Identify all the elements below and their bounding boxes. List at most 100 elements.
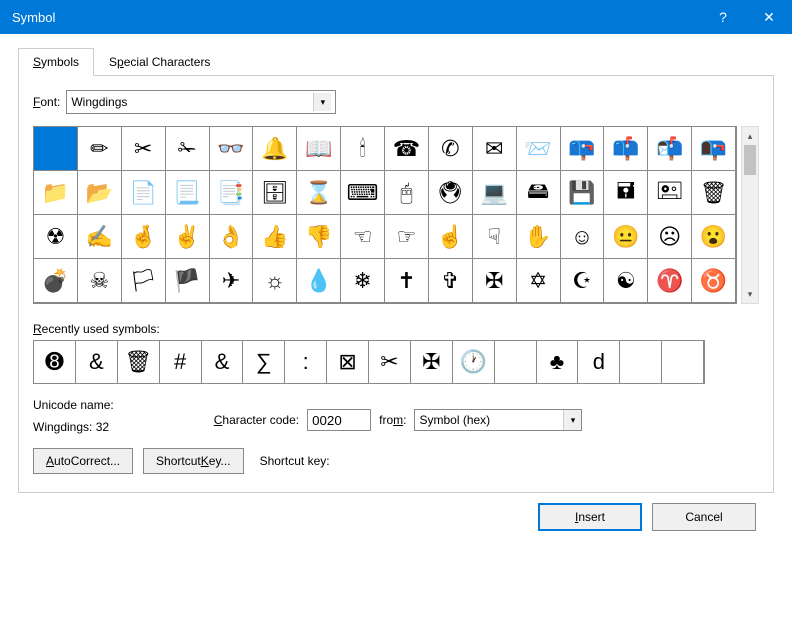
symbol-cell[interactable]: 📃: [166, 171, 210, 215]
symbol-cell[interactable]: 📂: [78, 171, 122, 215]
scrollbar[interactable]: ▴ ▾: [741, 126, 759, 304]
recent-symbol-cell[interactable]: [495, 341, 537, 383]
symbol-cell[interactable]: 📑: [210, 171, 254, 215]
recent-symbol-cell[interactable]: :: [285, 341, 327, 383]
shortcut-key-button[interactable]: Shortcut Key...: [143, 448, 244, 474]
symbol-cell[interactable]: 🏴: [166, 259, 210, 303]
scroll-down-icon[interactable]: ▾: [742, 285, 758, 303]
symbol-cell[interactable]: 😮: [692, 215, 736, 259]
symbol-cell[interactable]: ✠: [473, 259, 517, 303]
symbol-cell[interactable]: ✝: [385, 259, 429, 303]
recent-symbol-cell[interactable]: ➑: [34, 341, 76, 383]
recent-symbol-cell[interactable]: ✂: [369, 341, 411, 383]
shortcut-key-label: Shortcut key:: [260, 454, 330, 468]
symbol-cell[interactable]: ✂: [122, 127, 166, 171]
symbol-cell[interactable]: 📨: [517, 127, 561, 171]
recent-symbol-cell[interactable]: d: [578, 341, 620, 383]
font-select[interactable]: Wingdings ▾: [66, 90, 336, 114]
symbol-cell[interactable]: ✌: [166, 215, 210, 259]
symbol-cell[interactable]: 📁: [34, 171, 78, 215]
recent-symbol-cell[interactable]: &: [202, 341, 244, 383]
symbol-cell[interactable]: 👎: [297, 215, 341, 259]
symbol-cell[interactable]: 👓: [210, 127, 254, 171]
symbol-cell[interactable]: 🖬: [604, 171, 648, 215]
symbol-cell[interactable]: ❄: [341, 259, 385, 303]
symbol-cell[interactable]: 🖰: [385, 171, 429, 215]
symbol-cell[interactable]: ☼: [253, 259, 297, 303]
symbol-cell[interactable]: ✋: [517, 215, 561, 259]
symbol-cell[interactable]: 🕯: [341, 127, 385, 171]
insert-button[interactable]: Insert: [538, 503, 642, 531]
symbol-cell[interactable]: ✞: [429, 259, 473, 303]
recent-symbol-cell[interactable]: [662, 341, 704, 383]
symbol-cell[interactable]: ✍: [78, 215, 122, 259]
recent-symbol-cell[interactable]: &: [76, 341, 118, 383]
symbol-cell[interactable]: 🏳: [122, 259, 166, 303]
recent-symbol-cell[interactable]: 🗑: [118, 341, 160, 383]
chevron-down-icon[interactable]: ▾: [313, 93, 331, 111]
recent-symbol-cell[interactable]: #: [160, 341, 202, 383]
symbol-cell[interactable]: ☹: [648, 215, 692, 259]
symbol-cell[interactable]: 🖲: [429, 171, 473, 215]
scroll-track[interactable]: [742, 145, 758, 285]
symbol-cell[interactable]: ☞: [385, 215, 429, 259]
tab-symbols[interactable]: Symbols: [18, 48, 94, 76]
symbol-cell[interactable]: ☎: [385, 127, 429, 171]
from-select[interactable]: Symbol (hex) ▾: [414, 409, 582, 431]
char-code-input[interactable]: [307, 409, 371, 431]
symbol-cell[interactable]: ☝: [429, 215, 473, 259]
symbol-cell[interactable]: 🔔: [253, 127, 297, 171]
symbol-cell[interactable]: 🖴: [517, 171, 561, 215]
symbol-cell[interactable]: 💾: [561, 171, 605, 215]
symbol-cell[interactable]: 📄: [122, 171, 166, 215]
autocorrect-button[interactable]: AutoCorrect...: [33, 448, 133, 474]
symbol-cell[interactable]: ✁: [166, 127, 210, 171]
symbol-cell[interactable]: 🖭: [648, 171, 692, 215]
help-button[interactable]: ?: [700, 0, 746, 34]
symbol-cell[interactable]: 📭: [692, 127, 736, 171]
symbol-cell[interactable]: ☪: [561, 259, 605, 303]
symbol-cell[interactable]: ✆: [429, 127, 473, 171]
symbol-cell[interactable]: 💧: [297, 259, 341, 303]
symbol-cell[interactable]: ☢: [34, 215, 78, 259]
symbol-cell[interactable]: ⌛: [297, 171, 341, 215]
symbol-cell[interactable]: 📪: [561, 127, 605, 171]
recent-symbol-cell[interactable]: ♣: [537, 341, 579, 383]
symbol-cell[interactable]: 🤞: [122, 215, 166, 259]
symbol-cell[interactable]: ⌨: [341, 171, 385, 215]
scroll-thumb[interactable]: [744, 145, 756, 175]
symbol-cell[interactable]: ☯: [604, 259, 648, 303]
symbol-cell[interactable]: ✏: [78, 127, 122, 171]
symbol-cell[interactable]: ☜: [341, 215, 385, 259]
symbol-cell[interactable]: 📫: [604, 127, 648, 171]
chevron-down-icon[interactable]: ▾: [563, 410, 581, 430]
symbol-cell[interactable]: ☠: [78, 259, 122, 303]
font-label: Font:: [33, 95, 60, 109]
recent-symbol-cell[interactable]: ⊠: [327, 341, 369, 383]
recent-symbol-cell[interactable]: [620, 341, 662, 383]
symbol-cell[interactable]: 👍: [253, 215, 297, 259]
symbol-cell[interactable]: ☟: [473, 215, 517, 259]
symbol-cell[interactable]: 💻: [473, 171, 517, 215]
symbol-cell[interactable]: 👌: [210, 215, 254, 259]
recent-symbol-cell[interactable]: ∑: [243, 341, 285, 383]
symbol-cell[interactable]: ✉: [473, 127, 517, 171]
symbol-cell[interactable]: 🗑: [692, 171, 736, 215]
symbol-cell[interactable]: ♈: [648, 259, 692, 303]
symbol-cell[interactable]: 😐: [604, 215, 648, 259]
tab-special-characters[interactable]: Special Characters: [94, 48, 225, 75]
symbol-cell[interactable]: 🗄: [253, 171, 297, 215]
symbol-cell[interactable]: ✡: [517, 259, 561, 303]
symbol-cell[interactable]: 📖: [297, 127, 341, 171]
scroll-up-icon[interactable]: ▴: [742, 127, 758, 145]
symbol-cell[interactable]: ✈: [210, 259, 254, 303]
symbol-cell[interactable]: ☺: [561, 215, 605, 259]
recent-symbol-cell[interactable]: ✠: [411, 341, 453, 383]
symbol-cell[interactable]: [34, 127, 78, 171]
close-button[interactable]: ✕: [746, 0, 792, 34]
symbol-cell[interactable]: 📬: [648, 127, 692, 171]
recent-symbol-cell[interactable]: 🕐: [453, 341, 495, 383]
cancel-button[interactable]: Cancel: [652, 503, 756, 531]
symbol-cell[interactable]: ♉: [692, 259, 736, 303]
symbol-cell[interactable]: 💣: [34, 259, 78, 303]
